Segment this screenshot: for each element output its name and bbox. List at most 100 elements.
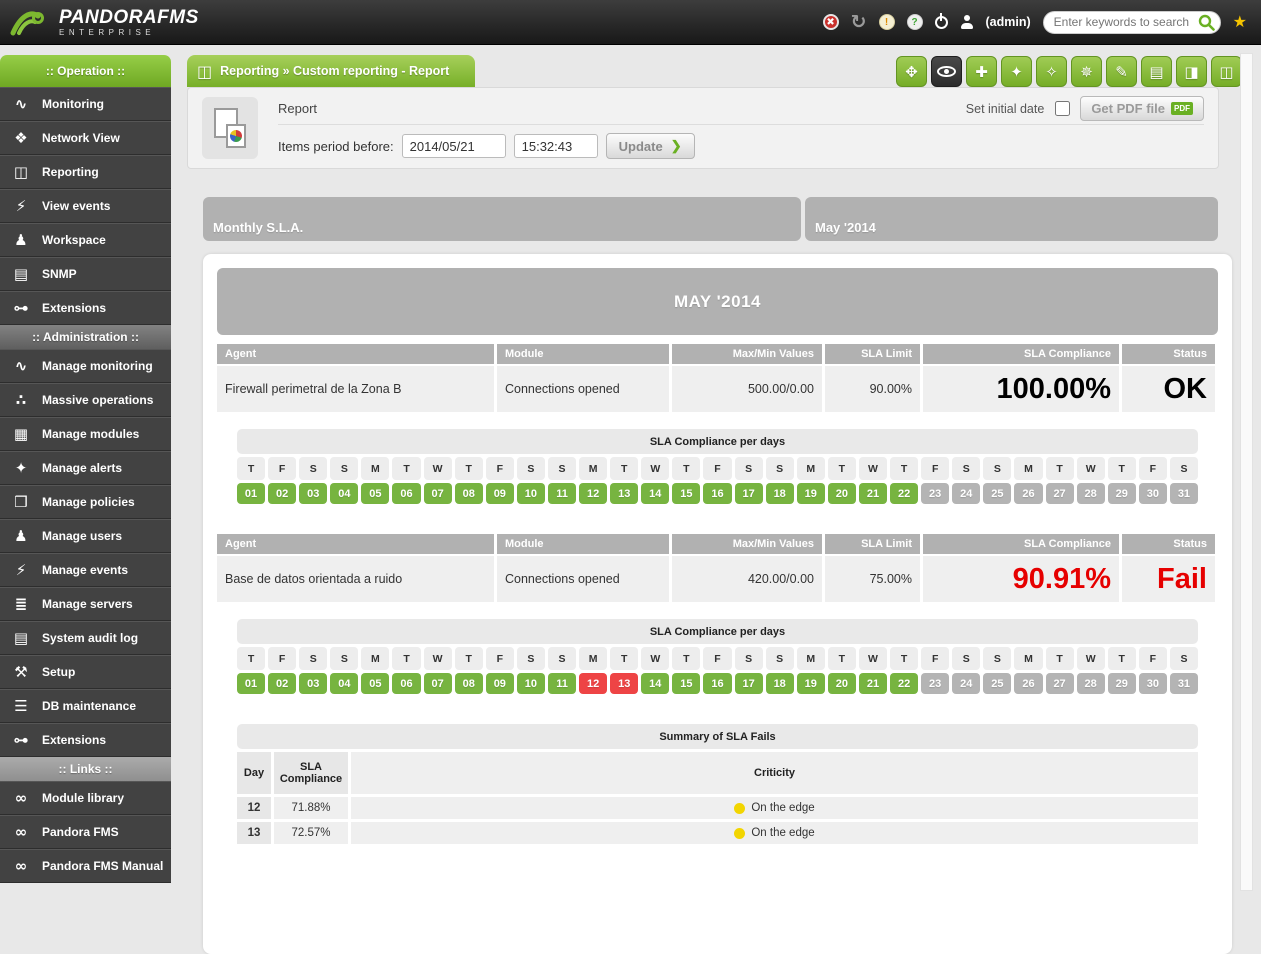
day-cell-31: 31 [1169,673,1198,694]
sidebar-item-extensions[interactable]: ⊶ Extensions [0,291,171,325]
sidebar-item-snmp[interactable]: ▤ SNMP [0,257,171,291]
day-cell-03: 03 [299,673,328,694]
sidebar-item-manage-monitoring[interactable]: ∿ Manage monitoring [0,349,171,383]
scrollbar-gutter[interactable] [1240,53,1253,891]
set-initial-date-checkbox[interactable] [1055,101,1071,116]
sidebar-item-system-audit-log[interactable]: ▤ System audit log [0,621,171,655]
sidebar-item-setup[interactable]: ⚒ Setup [0,655,171,689]
set-initial-date-label: Set initial date [965,101,1045,116]
report-chart-1-button[interactable]: ◨ [1176,56,1207,87]
weekday-cell: W [1076,457,1105,480]
day-cell-01: 01 [237,483,266,504]
favorites-star-icon[interactable]: ★ [1233,12,1247,32]
day-cell-27: 27 [1045,483,1074,504]
weekday-cell: M [1014,457,1043,480]
date-input[interactable] [401,134,506,158]
sidebar-item-manage-servers[interactable]: ≣ Manage servers [0,587,171,621]
edit-button[interactable]: ✎ [1106,56,1137,87]
logged-user-label[interactable]: (admin) [986,15,1031,29]
error-icon[interactable]: ✖ [822,14,839,30]
sidebar-item-db-maintenance[interactable]: ☰ DB maintenance [0,689,171,723]
criticity-dot-icon [734,802,746,814]
list-items-button[interactable]: ▤ [1141,56,1172,87]
sidebar-item-view-events[interactable]: ⚡ View events [0,189,171,223]
sidebar-item-manage-events[interactable]: ⚡ Manage events [0,553,171,587]
day-cell-15: 15 [672,483,701,504]
get-pdf-label: Get PDF file [1091,101,1165,116]
day-cell-03: 03 [299,483,328,504]
weekday-row: TFSSMTWTFSSMTWTFSSMTWTFSSMTWTFS [237,457,1198,480]
weekday-cell: W [641,457,670,480]
sidebar-item-label: Extensions [42,733,107,747]
weekday-cell: S [765,457,794,480]
sidebar-item-manage-alerts[interactable]: ✦ Manage alerts [0,451,171,485]
advanced-wizard-button[interactable]: ✵ [1071,56,1102,87]
summary-criticity-cell: On the edge [351,822,1198,844]
sla-wizard-button[interactable]: ✧ [1036,56,1067,87]
weekday-cell: T [890,647,919,670]
sidebar-item-manage-users[interactable]: ♟ Manage users [0,519,171,553]
report-pie-pages-icon [214,108,246,148]
help-icon[interactable]: ? [906,14,923,30]
list-icon: ▤ [1149,62,1164,81]
sidebar-item-label: Manage policies [42,495,135,509]
weekday-cell: F [1138,647,1167,670]
extensions-icon: ⊶ [13,299,29,317]
user-icon[interactable] [960,15,974,29]
search-input[interactable] [1042,10,1221,34]
col-sla-limit: SLA Limit [825,534,920,554]
day-cell-12: 12 [579,673,608,694]
day-cell-26: 26 [1014,673,1043,694]
day-cell-19: 19 [796,483,825,504]
weekday-cell: M [796,647,825,670]
day-cell-07: 07 [423,673,452,694]
pandora-logo[interactable]: PANDORAFMS ENTERPRISE [10,8,199,37]
sidebar-item-pandora-fms[interactable]: ∞ Pandora FMS [0,815,171,849]
update-button[interactable]: Update ❯ [605,133,695,159]
weekday-cell: M [579,647,608,670]
module-cell: Connections opened [497,556,669,602]
sidebar-item-module-library[interactable]: ∞ Module library [0,781,171,815]
refresh-icon[interactable]: ↻ [851,13,867,32]
sla-days-box-1: SLA Compliance per days TFSSMTWTFSSMTWTF… [237,429,1198,504]
report-chart-2-button[interactable]: ◫ [1211,56,1242,87]
search-icon[interactable] [1198,14,1215,31]
weekday-cell: M [361,647,390,670]
sidebar: :: Operation :: ∿ Monitoring ❖ Network View ◫… [0,45,171,891]
sidebar-item-label: Pandora FMS [42,825,119,839]
sidebar-item-pandora-fms-manual[interactable]: ∞ Pandora FMS Manual [0,849,171,883]
view-report-button[interactable] [931,56,962,87]
fullscreen-button[interactable]: ✥ [896,56,927,87]
get-pdf-button[interactable]: Get PDF file PDF [1080,96,1204,121]
sidebar-item-manage-policies[interactable]: ❒ Manage policies [0,485,171,519]
add-item-button[interactable]: ✚ [966,56,997,87]
sidebar-item-manage-modules[interactable]: ▦ Manage modules [0,417,171,451]
weekday-cell: S [330,457,359,480]
time-input[interactable] [513,134,598,158]
workspace-icon: ♟ [14,231,28,249]
logout-icon[interactable] [934,12,948,29]
sidebar-item-reporting[interactable]: ◫ Reporting [0,155,171,189]
day-cell-13: 13 [610,483,639,504]
sidebar-item-massive-operations[interactable]: ∴ Massive operations [0,383,171,417]
agent-cell: Firewall perimetral de la Zona B [217,366,494,412]
warning-icon[interactable]: ! [878,14,895,30]
sidebar-item-extensions-admin[interactable]: ⊶ Extensions [0,723,171,757]
day-cell-06: 06 [392,673,421,694]
weekday-cell: T [237,647,266,670]
pandora-fms-icon: ∞ [14,823,28,841]
wizard-button[interactable]: ✦ [1001,56,1032,87]
weekday-cell: T [1107,457,1136,480]
day-cell-28: 28 [1076,483,1105,504]
sidebar-item-workspace[interactable]: ♟ Workspace [0,223,171,257]
report-item-title: Monthly S.L.A. [203,197,801,241]
day-number-row: 01 02 03 04 05 06 07 08 09 10 11 12 13 14 15 16 17 18 19 20… [237,673,1198,694]
sidebar-item-monitoring[interactable]: ∿ Monitoring [0,87,171,121]
criticity-label: On the edge [751,802,815,814]
weekday-cell: T [672,647,701,670]
col-sla-compliance: SLA Compliance [923,344,1119,364]
weekday-cell: T [890,457,919,480]
breadcrumb[interactable]: ◫ Reporting » Custom reporting - Report [187,55,476,87]
weekday-cell: S [765,647,794,670]
sidebar-item-network-view[interactable]: ❖ Network View [0,121,171,155]
